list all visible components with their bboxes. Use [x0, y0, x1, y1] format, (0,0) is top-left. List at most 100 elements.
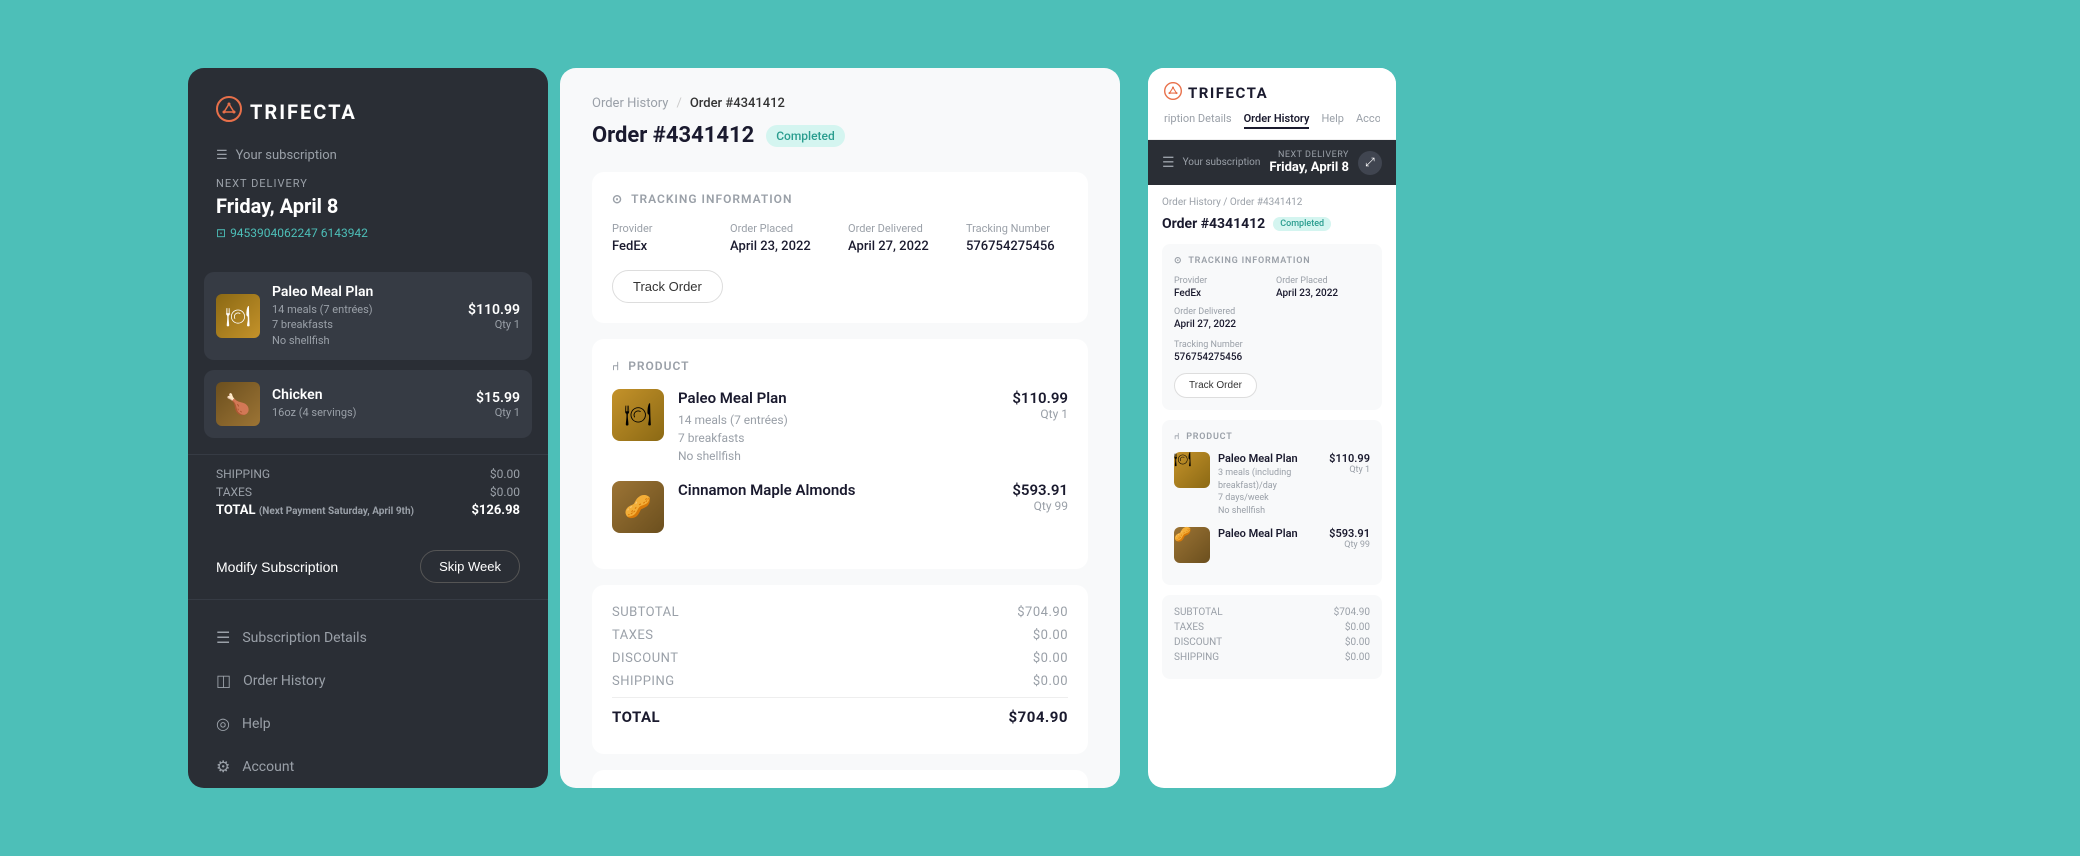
paleo-meal-price: $110.99	[468, 302, 520, 318]
mobile-alt-image: 🥜	[1174, 527, 1210, 563]
chicken-meal-info: Chicken 16oz (4 servings)	[272, 387, 464, 420]
taxes-row: TAXES $0.00	[216, 485, 520, 499]
product-section: ⑁ PRODUCT 🍽 Paleo Meal Plan 14 meals (7 …	[592, 339, 1088, 569]
mobile-subtotal-row: SUBTOTAL $704.90	[1174, 607, 1370, 618]
taxes-row: TAXES $0.00	[612, 628, 1068, 643]
mobile-breadcrumb: Order History / Order #4341412	[1162, 197, 1382, 208]
mobile-discount-row: DISCOUNT $0.00	[1174, 637, 1370, 648]
tracking-number-value: 576754275456	[966, 239, 1068, 254]
sidebar-item-help[interactable]: ◎ Help	[188, 702, 548, 745]
mobile-content: Order History / Order #4341412 Order #43…	[1148, 185, 1396, 785]
discount-row: DISCOUNT $0.00	[612, 651, 1068, 666]
trifecta-logo-icon	[216, 96, 242, 128]
mobile-paleo-details: 3 meals (including breakfast)/day 7 days…	[1218, 467, 1321, 517]
mobile-sub-left: ☰ Your subscription	[1162, 155, 1260, 171]
mobile-product-icon: ⑁	[1174, 432, 1180, 442]
sidebar-item-label: Subscription Details	[242, 630, 366, 646]
mobile-product-title: ⑁ PRODUCT	[1174, 432, 1370, 442]
action-buttons: Modify Subscription Skip Week	[188, 534, 548, 599]
mobile-delivered-label: Order Delivered	[1174, 307, 1268, 317]
paleo-product-image: 🍽	[612, 389, 664, 441]
track-order-button[interactable]: Track Order	[612, 270, 723, 303]
breadcrumb-parent[interactable]: Order History	[592, 96, 668, 111]
mobile-provider-col: Provider FedEx	[1174, 276, 1268, 299]
mobile-paleo-image: 🍽	[1174, 452, 1210, 488]
almonds-product-qty: Qty 99	[1012, 499, 1068, 513]
tracking-placed: Order Placed April 23, 2022	[730, 222, 832, 254]
mobile-provider-label: Provider	[1174, 276, 1268, 286]
almonds-product-info: Cinnamon Maple Almonds	[678, 481, 998, 503]
mobile-nav-help[interactable]: Help	[1321, 112, 1344, 129]
tracking-delivered: Order Delivered April 27, 2022	[848, 222, 950, 254]
product-section-icon: ⑁	[612, 359, 620, 373]
paleo-meal-info: Paleo Meal Plan 14 meals (7 entrées) 7 b…	[272, 284, 456, 348]
total-row: TOTAL (Next Payment Saturday, April 9th)…	[216, 503, 520, 518]
mobile-tracking-title: ⊙ TRACKING INFORMATION	[1174, 256, 1370, 266]
mobile-paleo-price-qty: $110.99 Qty 1	[1329, 452, 1370, 475]
skip-week-button[interactable]: Skip Week	[420, 550, 520, 583]
product-section-title: ⑁ PRODUCT	[612, 359, 1068, 373]
paleo-meal-name: Paleo Meal Plan	[272, 284, 456, 300]
shipping-row: SHIPPING $0.00	[612, 674, 1068, 689]
provider-label: Provider	[612, 222, 714, 235]
tracking-number-label: Tracking Number	[966, 222, 1068, 235]
main-panel: Order History / Order #4341412 Order #43…	[560, 68, 1120, 788]
mobile-order-title: Order #4341412	[1162, 216, 1265, 232]
provider-value: FedEx	[612, 239, 714, 254]
mobile-nav-order-history[interactable]: Order History	[1244, 112, 1310, 129]
main-content: Order History / Order #4341412 Order #43…	[560, 68, 1120, 788]
breadcrumb-current: Order #4341412	[690, 96, 785, 111]
sidebar-item-label: Order History	[243, 673, 325, 689]
tracking-section-icon: ⊙	[612, 192, 623, 206]
mobile-sub-date-area: NEXT DELIVERY Friday, April 8	[1269, 150, 1349, 175]
chicken-meal-image: 🍗	[216, 382, 260, 426]
placed-value: April 23, 2022	[730, 239, 832, 254]
sidebar-item-account[interactable]: ⚙ Account	[188, 745, 548, 788]
mobile-placed-label: Order Placed	[1276, 276, 1370, 286]
mobile-alt-qty: Qty 99	[1329, 540, 1370, 550]
sidebar-item-order-history[interactable]: ◫ Order History	[188, 659, 548, 702]
sidebar: TRIFECTA ☰ Your subscription NEXT DELIVE…	[188, 68, 548, 788]
sidebar-item-subscription-details[interactable]: ☰ Subscription Details	[188, 616, 548, 659]
product-item-paleo: 🍽 Paleo Meal Plan 14 meals (7 entrées) 7…	[612, 389, 1068, 465]
paleo-meal-image: 🍽	[216, 294, 260, 338]
next-delivery-date: Friday, April 8	[216, 194, 520, 218]
paleo-product-qty: Qty 1	[1012, 407, 1068, 421]
nav-links: ☰ Subscription Details ◫ Order History ◎…	[188, 600, 548, 788]
order-history-icon: ◫	[216, 671, 231, 690]
mobile-placed-value: April 23, 2022	[1276, 288, 1370, 299]
meal-cards: 🍽 Paleo Meal Plan 14 meals (7 entrées) 7…	[188, 272, 548, 438]
delivered-label: Order Delivered	[848, 222, 950, 235]
mobile-delivered-value: April 27, 2022	[1174, 319, 1268, 330]
mobile-product-alt: 🥜 Paleo Meal Plan $593.91 Qty 99	[1174, 527, 1370, 563]
almonds-product-price: $593.91	[1012, 481, 1068, 499]
mobile-logo: TRIFECTA	[1164, 82, 1380, 104]
mobile-subscription-icon: ☰	[1162, 155, 1175, 171]
mobile-subscription-bar: ☰ Your subscription NEXT DELIVERY Friday…	[1148, 140, 1396, 185]
help-icon: ◎	[216, 714, 230, 733]
subscription-details-icon: ☰	[216, 628, 230, 647]
mobile-header: TRIFECTA ription Details Order History H…	[1148, 68, 1396, 140]
mobile-totals-section: SUBTOTAL $704.90 TAXES $0.00 DISCOUNT $0…	[1162, 595, 1382, 679]
chicken-meal-name: Chicken	[272, 387, 464, 403]
almonds-product-image: 🥜	[612, 481, 664, 533]
mobile-nav-subscription[interactable]: ription Details	[1164, 112, 1232, 129]
paleo-meal-price-qty: $110.99 Qty 1	[468, 302, 520, 331]
mobile-track-order-button[interactable]: Track Order	[1174, 373, 1257, 398]
logo-text: TRIFECTA	[250, 100, 357, 124]
mobile-expand-button[interactable]: ⤢	[1358, 151, 1382, 175]
account-icon: ⚙	[216, 757, 230, 776]
subscription-label: ☰ Your subscription	[216, 148, 520, 163]
next-delivery-label: NEXT DELIVERY	[216, 177, 520, 190]
mobile-tracking-number-section: Tracking Number 576754275456	[1174, 340, 1370, 363]
delivered-value: April 27, 2022	[848, 239, 950, 254]
paleo-product-price-qty: $110.99 Qty 1	[1012, 389, 1068, 421]
mobile-logo-text: TRIFECTA	[1188, 84, 1268, 102]
mobile-next-delivery-label: NEXT DELIVERY	[1269, 150, 1349, 160]
mobile-nav-account[interactable]: Account	[1356, 112, 1380, 129]
mobile-delivered-col: Order Delivered April 27, 2022	[1174, 307, 1268, 330]
modify-subscription-button[interactable]: Modify Subscription	[216, 559, 338, 575]
sidebar-item-label: Help	[242, 716, 271, 732]
chicken-meal-price: $15.99	[476, 390, 520, 406]
tracking-number: ⊡ 9453904062247 6143942	[216, 226, 520, 240]
